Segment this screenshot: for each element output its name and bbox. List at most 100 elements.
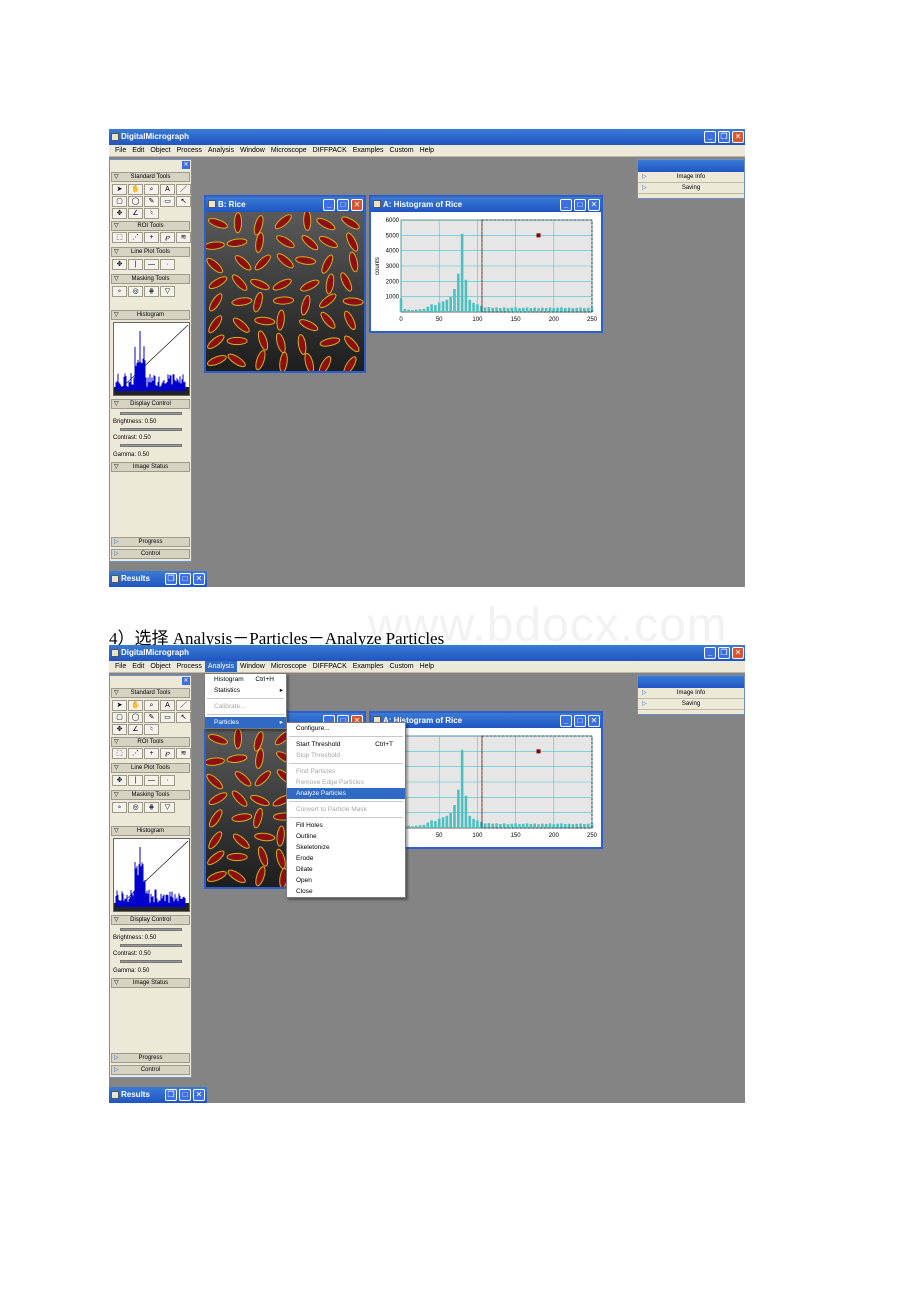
menu-window[interactable]: Window bbox=[237, 145, 268, 156]
rect-icon[interactable]: ▢ bbox=[112, 196, 127, 207]
menu-analysis[interactable]: Analysis bbox=[205, 661, 237, 672]
close-icon[interactable]: ✕ bbox=[193, 1089, 205, 1101]
hline-icon[interactable]: — bbox=[144, 775, 159, 786]
particles-item-skeletonize[interactable]: Skeletonize bbox=[287, 842, 405, 853]
menu-edit[interactable]: Edit bbox=[129, 145, 147, 156]
menu-microscope[interactable]: Microscope bbox=[268, 661, 310, 672]
particles-item-analyzeparticles[interactable]: Analyze Particles bbox=[287, 788, 405, 799]
vline-icon[interactable]: | bbox=[128, 775, 143, 786]
scale-icon[interactable]: ▭ bbox=[160, 196, 175, 207]
hline-icon[interactable]: — bbox=[144, 259, 159, 270]
section-masking-tools[interactable]: Masking Tools bbox=[111, 790, 190, 800]
pen-icon[interactable]: ✎ bbox=[144, 712, 159, 723]
hand-icon[interactable]: ✋ bbox=[128, 184, 143, 195]
maximize-icon[interactable]: □ bbox=[574, 715, 586, 727]
section-progress[interactable]: Progress bbox=[111, 537, 190, 547]
menu-diffpack[interactable]: DIFFPACK bbox=[310, 145, 350, 156]
brightness-slider[interactable] bbox=[120, 412, 182, 415]
analysis-item-statistics[interactable]: Statistics ▸ bbox=[205, 685, 286, 696]
results-window[interactable]: Results ❐ □ ✕ bbox=[109, 1087, 207, 1103]
lasso-icon[interactable]: ♮ bbox=[144, 208, 159, 219]
menu-file[interactable]: File bbox=[112, 661, 129, 672]
particles-item-open[interactable]: Open bbox=[287, 875, 405, 886]
close-icon[interactable]: ✕ bbox=[193, 573, 205, 585]
section-lineplot-tools[interactable]: Line Plot Tools bbox=[111, 763, 190, 773]
threshold-handle[interactable] bbox=[537, 749, 541, 753]
section-control[interactable]: Control bbox=[111, 549, 190, 559]
close-icon[interactable]: ✕ bbox=[588, 199, 600, 211]
gamma-slider[interactable] bbox=[120, 960, 182, 963]
menu-object[interactable]: Object bbox=[147, 661, 173, 672]
close-icon[interactable]: ✕ bbox=[732, 647, 744, 659]
section-display-control[interactable]: Display Control bbox=[111, 399, 190, 409]
particles-item-dilate[interactable]: Dilate bbox=[287, 864, 405, 875]
mag-icon[interactable]: ↖ bbox=[176, 712, 191, 723]
menu-examples[interactable]: Examples bbox=[350, 661, 387, 672]
spectrum-roi-icon[interactable]: ≋ bbox=[176, 748, 191, 759]
menu-custom[interactable]: Custom bbox=[387, 145, 417, 156]
zoom-icon[interactable]: ⌕ bbox=[144, 700, 159, 711]
angle-icon[interactable]: ∠ bbox=[128, 208, 143, 219]
particles-item-close[interactable]: Close bbox=[287, 886, 405, 897]
section-progress[interactable]: Progress bbox=[111, 1053, 190, 1063]
ring-mask-icon[interactable]: ◎ bbox=[128, 802, 143, 813]
minimize-icon[interactable]: _ bbox=[560, 199, 572, 211]
close-icon[interactable]: ✕ bbox=[351, 199, 363, 211]
section-lineplot-tools[interactable]: Line Plot Tools bbox=[111, 247, 190, 257]
hand-icon[interactable]: ✋ bbox=[128, 700, 143, 711]
particles-item-findparticles[interactable]: Find Particles bbox=[287, 766, 405, 777]
minimize-icon[interactable]: _ bbox=[323, 199, 335, 211]
particles-item-stopthreshold[interactable]: Stop Threshold bbox=[287, 750, 405, 761]
analysis-item-particles[interactable]: Particles ▸ bbox=[205, 717, 286, 728]
section-display-control[interactable]: Display Control bbox=[111, 915, 190, 925]
zoom-icon[interactable]: ⌕ bbox=[144, 184, 159, 195]
menu-edit[interactable]: Edit bbox=[129, 661, 147, 672]
text-icon[interactable]: A bbox=[160, 700, 175, 711]
rice-image-window[interactable]: B: Rice _□✕ bbox=[204, 195, 366, 373]
close-icon[interactable]: ✕ bbox=[182, 161, 190, 169]
move-icon[interactable]: ✥ bbox=[112, 775, 127, 786]
ring-mask-icon[interactable]: ◎ bbox=[128, 286, 143, 297]
close-icon[interactable]: ✕ bbox=[182, 677, 190, 685]
oval-icon[interactable]: ◯ bbox=[128, 196, 143, 207]
rect-icon[interactable]: ▢ bbox=[112, 712, 127, 723]
section-roi-tools[interactable]: ROI Tools bbox=[111, 221, 190, 231]
vline-icon[interactable]: | bbox=[128, 259, 143, 270]
analysis-item-histogram[interactable]: Histogram Ctrl+H bbox=[205, 674, 286, 685]
section-standard-tools[interactable]: Standard Tools bbox=[111, 688, 190, 698]
particles-item-converttoparticlemask[interactable]: Convert to Particle Mask bbox=[287, 804, 405, 815]
maximize-icon[interactable]: □ bbox=[574, 199, 586, 211]
line-roi-icon[interactable]: ⋰ bbox=[128, 232, 143, 243]
particles-item-outline[interactable]: Outline bbox=[287, 831, 405, 842]
results-window[interactable]: Results ❐ □ ✕ bbox=[109, 571, 207, 587]
line-icon[interactable]: ／ bbox=[176, 184, 191, 195]
panel-image-info[interactable]: Image Info bbox=[638, 688, 744, 699]
pen-icon[interactable]: ✎ bbox=[144, 196, 159, 207]
particles-item-fillholes[interactable]: Fill Holes bbox=[287, 820, 405, 831]
menu-diffpack[interactable]: DIFFPACK bbox=[310, 661, 350, 672]
section-masking-tools[interactable]: Masking Tools bbox=[111, 274, 190, 284]
minimize-icon[interactable]: _ bbox=[704, 647, 716, 659]
maximize-icon[interactable]: □ bbox=[179, 573, 191, 585]
oval-icon[interactable]: ◯ bbox=[128, 712, 143, 723]
line-roi-icon[interactable]: ⋰ bbox=[128, 748, 143, 759]
particles-item-configure[interactable]: Configure... bbox=[287, 723, 405, 734]
gamma-slider[interactable] bbox=[120, 444, 182, 447]
dot-icon[interactable]: · bbox=[160, 775, 175, 786]
angle-icon[interactable]: ∠ bbox=[128, 724, 143, 735]
particles-item-removeedgeparticles[interactable]: Remove Edge Particles bbox=[287, 777, 405, 788]
mag-icon[interactable]: ↖ bbox=[176, 196, 191, 207]
menu-microscope[interactable]: Microscope bbox=[268, 145, 310, 156]
move-icon[interactable]: ✥ bbox=[112, 724, 127, 735]
arrow-icon[interactable]: ➤ bbox=[112, 700, 127, 711]
rect-roi-icon[interactable]: ⬚ bbox=[112, 232, 127, 243]
point-roi-icon[interactable]: + bbox=[144, 232, 159, 243]
menu-file[interactable]: File bbox=[112, 145, 129, 156]
menu-process[interactable]: Process bbox=[174, 145, 205, 156]
lasso-icon[interactable]: ♮ bbox=[144, 724, 159, 735]
array-mask-icon[interactable]: ⋕ bbox=[144, 802, 159, 813]
dot-icon[interactable]: · bbox=[160, 259, 175, 270]
section-histogram[interactable]: Histogram bbox=[111, 310, 190, 320]
menu-analysis[interactable]: Analysis bbox=[205, 145, 237, 156]
brightness-slider[interactable] bbox=[120, 928, 182, 931]
